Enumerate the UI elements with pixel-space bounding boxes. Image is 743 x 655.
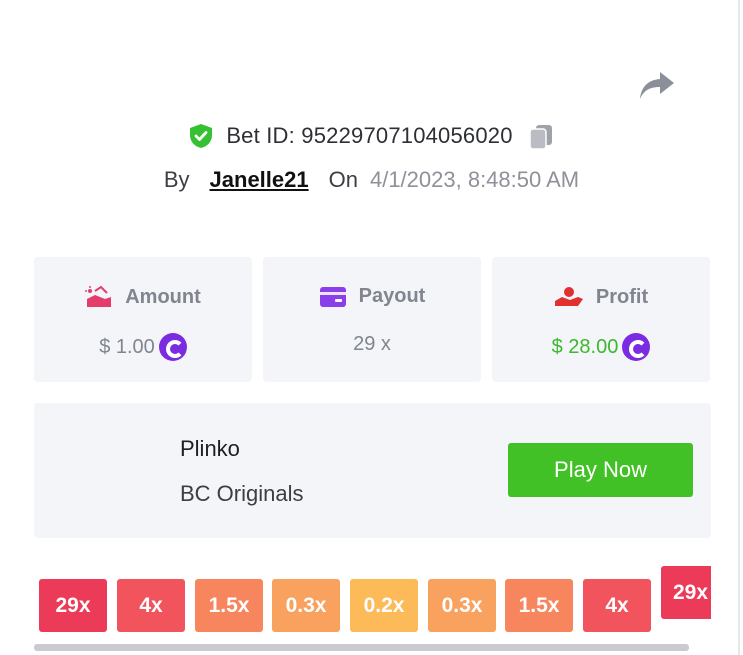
profit-label: Profit — [595, 285, 649, 308]
play-now-button[interactable]: Play Now — [508, 443, 693, 497]
panel-right-border — [738, 0, 740, 655]
profit-card: Profit $ 28.00 — [492, 257, 710, 382]
coin-icon — [158, 333, 187, 361]
payout-header: Payout — [263, 285, 481, 308]
profit-header: Profit — [492, 285, 710, 309]
payout-value: 29 x — [353, 333, 391, 355]
multiplier-slot: 1.5x — [195, 579, 263, 632]
bet-id-row: Bet ID: 95229707104056020 — [0, 118, 743, 154]
verified-shield-icon — [190, 124, 213, 148]
profit-hand-icon — [554, 287, 583, 306]
multiplier-slot: 29x — [661, 566, 711, 619]
amount-card: Amount $ 1.00 — [34, 257, 252, 382]
money-hand-icon — [85, 285, 112, 307]
profit-value: $ 28.00 — [551, 335, 619, 358]
on-label: On — [328, 167, 358, 192]
multiplier-slot: 29x — [39, 579, 107, 632]
username-link[interactable]: Janelle21 — [210, 167, 309, 193]
bet-datetime: 4/1/2023, 8:48:50 AM — [369, 167, 580, 192]
by-label: By — [163, 167, 190, 192]
multiplier-slot: 0.3x — [272, 579, 340, 632]
payout-value-row: 29 x — [263, 333, 481, 356]
credit-card-icon — [319, 286, 346, 307]
bet-meta-row: By Janelle21 On 4/1/2023, 8:48:50 AM — [0, 164, 743, 196]
amount-value-row: $ 1.00 — [34, 333, 252, 361]
amount-label: Amount — [125, 285, 201, 308]
game-name: Plinko — [180, 436, 240, 461]
payout-label: Payout — [358, 285, 426, 307]
coin-icon — [622, 333, 651, 361]
profit-value-row: $ 28.00 — [492, 333, 710, 361]
bet-id: Bet ID: 95229707104056020 — [226, 123, 513, 148]
multiplier-slot: 0.3x — [428, 579, 496, 632]
payout-card: Payout 29 x — [263, 257, 481, 382]
multiplier-slot: 4x — [117, 579, 185, 632]
game-category: BC Originals — [180, 481, 304, 506]
amount-value: $ 1.00 — [99, 335, 155, 358]
multiplier-slot: 1.5x — [505, 579, 573, 632]
copy-icon[interactable] — [527, 122, 555, 150]
share-icon[interactable] — [638, 68, 676, 102]
multiplier-slot: 0.2x — [350, 579, 418, 632]
horizontal-scrollbar[interactable] — [34, 644, 689, 651]
amount-header: Amount — [34, 285, 252, 309]
multiplier-slot: 4x — [583, 579, 651, 632]
